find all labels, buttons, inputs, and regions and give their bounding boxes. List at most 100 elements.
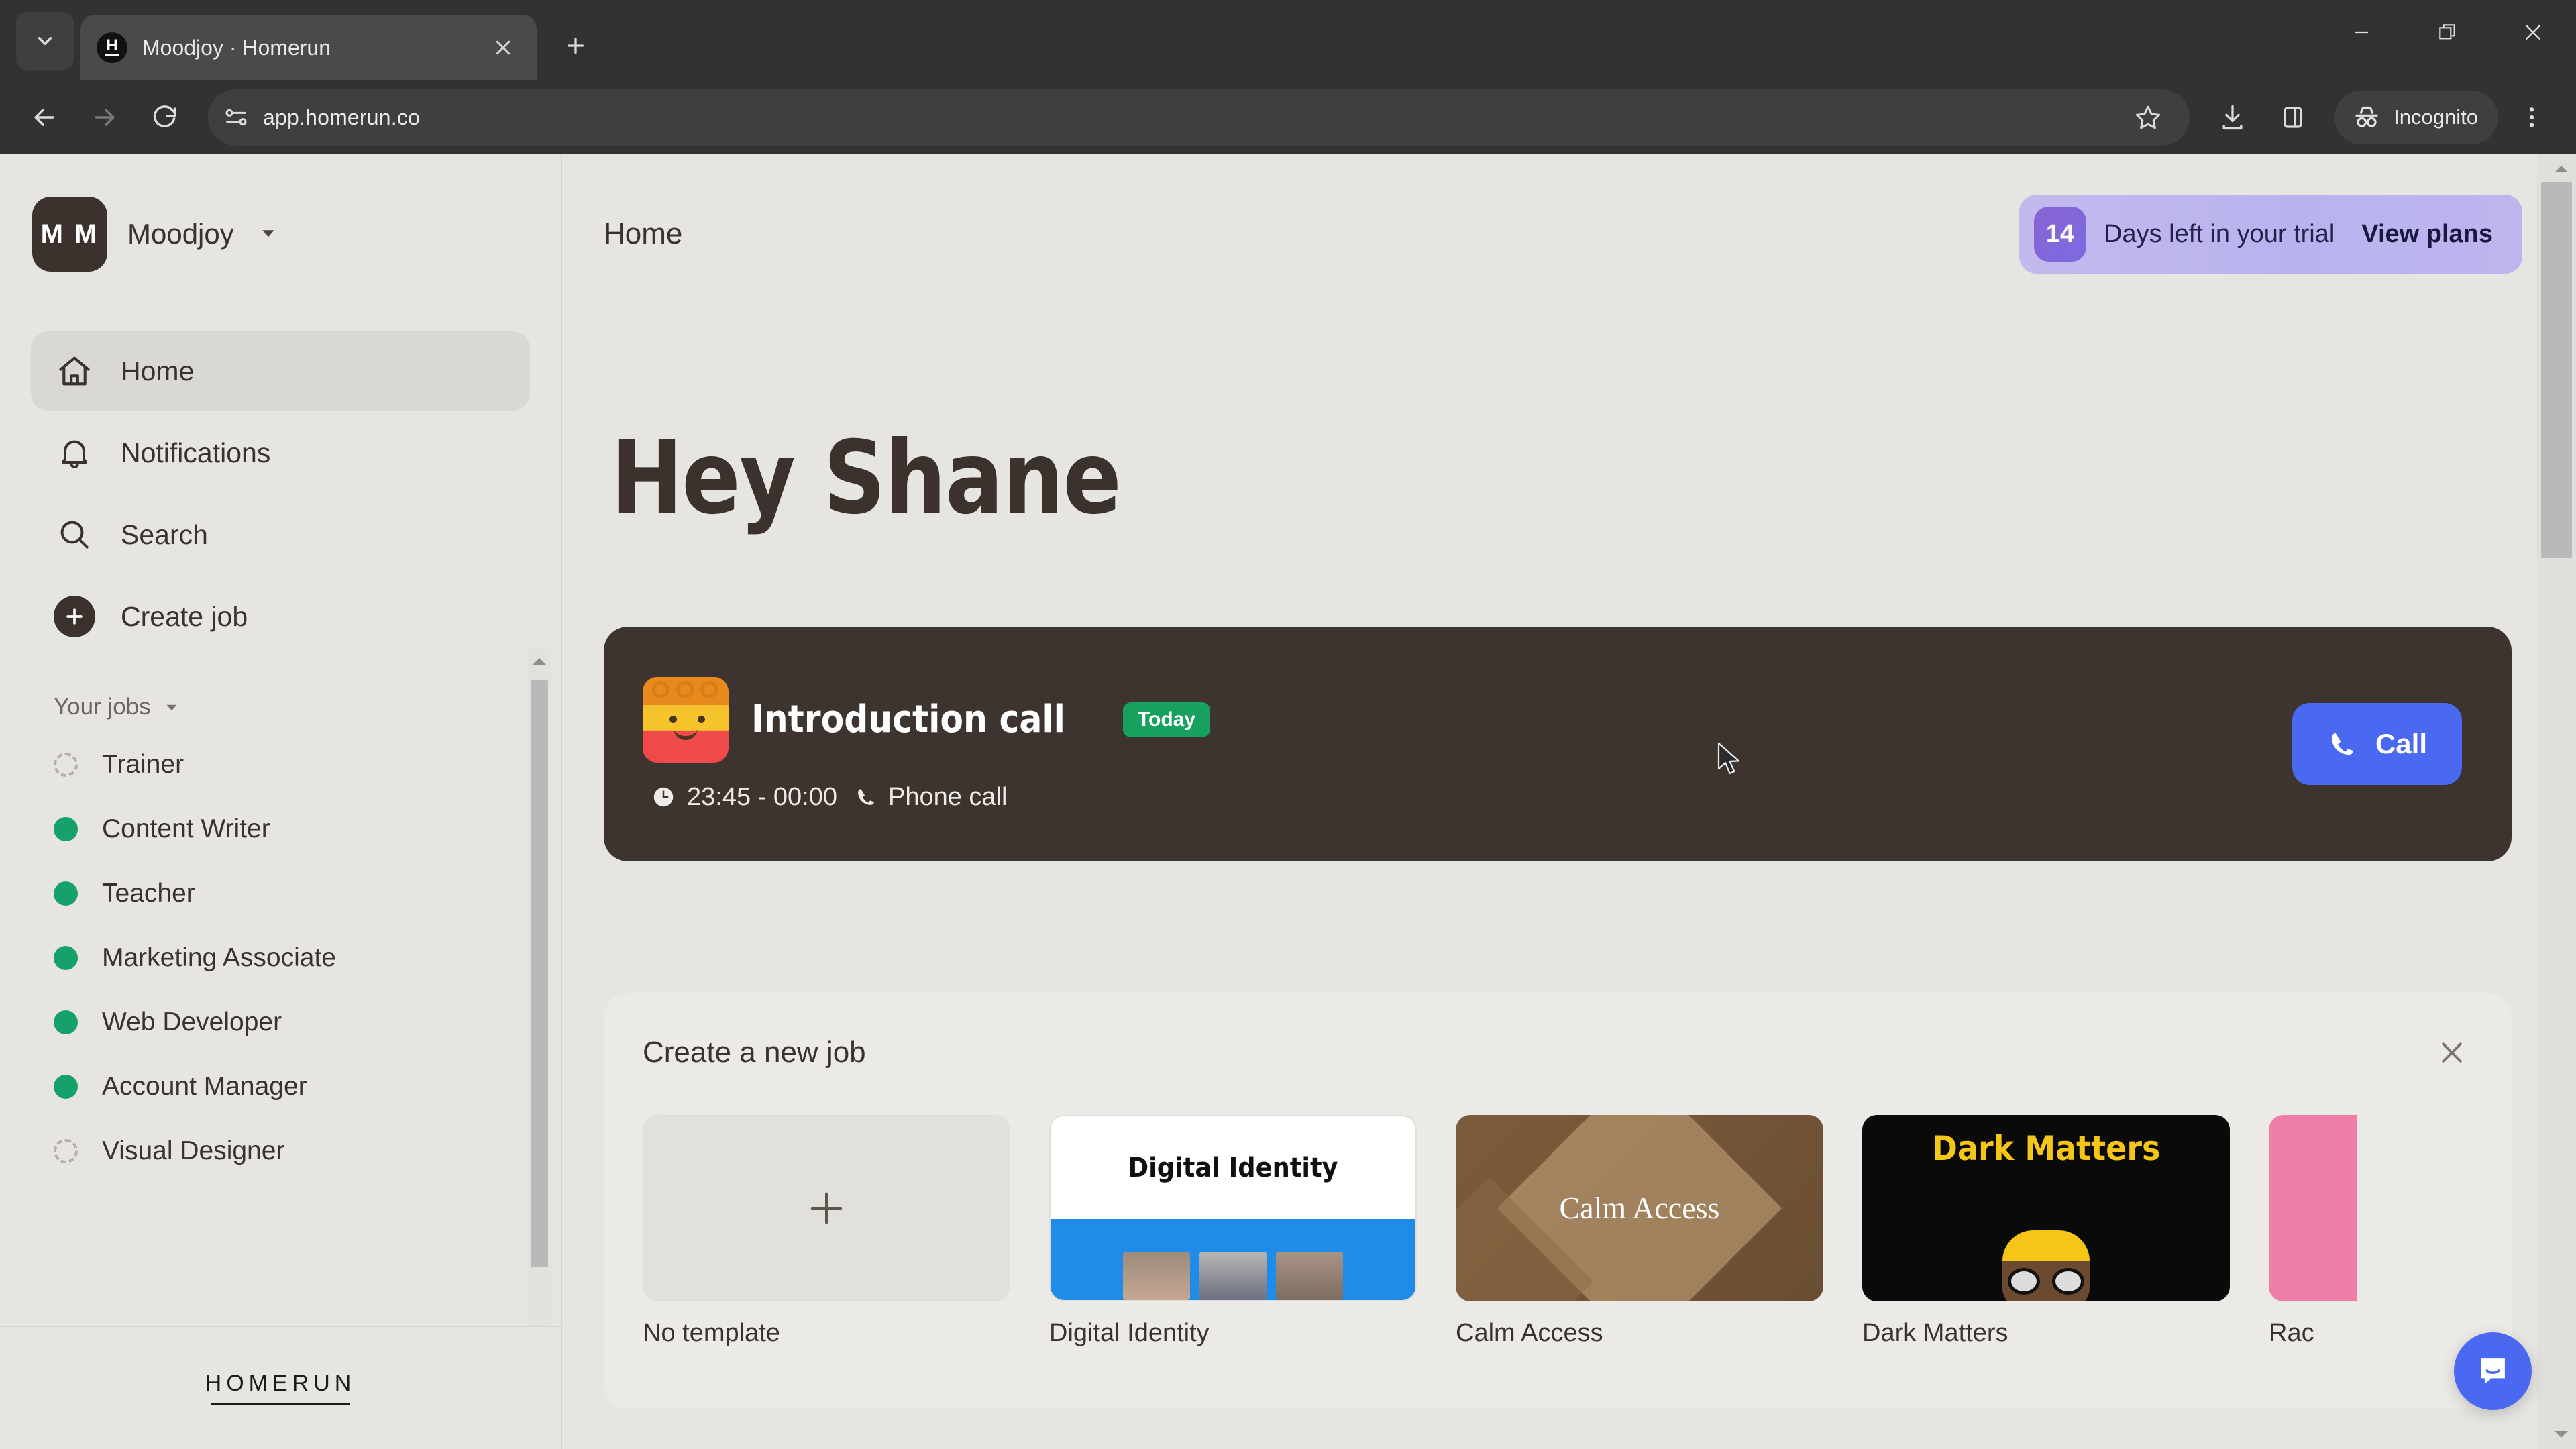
homerun-favicon: H [97,32,127,63]
sidebar-item-label: Create job [121,600,248,632]
main-scrollbar[interactable] [2537,154,2576,1449]
trial-text: Days left in your trial [2104,219,2335,248]
list-item[interactable]: Teacher [31,861,530,926]
close-icon [496,40,511,55]
template-label: No template [643,1319,780,1347]
template-card-partial[interactable]: Rac [2269,1115,2357,1348]
sidebar-item-home[interactable]: Home [31,331,530,411]
url-text: app.homerun.co [263,105,421,129]
scrollbar-thumb[interactable] [531,680,548,1267]
chevron-down-icon [262,229,274,237]
call-button-label: Call [2375,728,2427,759]
list-item[interactable]: Trainer [31,733,530,797]
status-dot-live [54,1010,78,1034]
sidebar-scrollbar[interactable] [527,649,551,1326]
job-label: Visual Designer [102,1136,285,1165]
profile-button[interactable]: Incognito [2334,91,2498,144]
caret-up-icon [533,658,546,665]
sidebar-item-label: Search [121,519,208,550]
status-dot-live [54,817,78,841]
browser-tab[interactable]: H Moodjoy · Homerun [80,15,537,80]
workspace-switcher[interactable]: M M Moodjoy [0,154,561,314]
list-item[interactable]: Account Manager [31,1055,530,1119]
homerun-logo[interactable]: HOMERUN [205,1371,356,1405]
template-label: Dark Matters [1862,1319,2008,1347]
workspace-caret [258,223,278,246]
template-art-text: Digital Identity [1128,1152,1338,1183]
plus-circle-icon [54,596,95,637]
list-item[interactable]: Visual Designer [31,1119,530,1183]
template-thumbnail [643,1115,1010,1301]
forward-button[interactable] [78,91,131,144]
call-time: 23:45 - 00:00 [651,783,837,812]
trial-days-badge: 14 [2034,207,2087,262]
profile-label: Incognito [2394,105,2478,129]
template-carousel[interactable]: No template Digital Identity Digital Ide… [604,1077,2512,1348]
trial-banner[interactable]: 14 Days left in your trial View plans [2019,195,2522,274]
job-label: Marketing Associate [102,943,337,972]
status-dot-draft [54,753,78,777]
scroll-up-button[interactable] [527,649,551,674]
template-label: Digital Identity [1049,1319,1210,1347]
close-icon [2442,1042,2462,1063]
close-panel-button[interactable] [2427,1028,2477,1077]
call-button[interactable]: Call [2292,703,2462,785]
app-page: M M Moodjoy Home Notifications Search Cr… [0,154,2576,1449]
job-label: Account Manager [102,1072,307,1101]
list-item[interactable]: Web Developer [31,990,530,1055]
maximize-window-button[interactable] [2404,0,2490,64]
plus-icon [810,1192,843,1224]
template-card-no-template[interactable]: No template [643,1115,1010,1348]
arrow-right-icon [95,109,115,126]
upcoming-call-card[interactable]: Introduction call Today 23:45 - 00:00 Ph… [604,627,2512,861]
intercom-launcher-button[interactable] [2454,1332,2532,1410]
minimize-window-button[interactable] [2318,0,2404,64]
job-label: Trainer [102,750,184,779]
template-label: Calm Access [1456,1319,1603,1347]
browser-menu-button[interactable] [2505,91,2559,144]
close-tab-button[interactable] [486,30,521,65]
kebab-menu-icon [2529,107,2534,127]
sidebar-item-label: Notifications [121,437,271,468]
site-settings-icon [225,109,247,126]
reload-icon [153,105,176,127]
downloads-button[interactable] [2206,91,2259,144]
minimize-icon [2355,31,2368,34]
scrollbar-track[interactable] [527,674,551,1326]
template-card-dark-matters[interactable]: Dark Matters Dark Matters [1862,1115,2230,1348]
reload-button[interactable] [138,91,192,144]
star-icon [2136,105,2161,129]
list-item[interactable]: Content Writer [31,797,530,861]
call-time-text: 23:45 - 00:00 [687,782,837,811]
view-plans-link[interactable]: View plans [2361,220,2493,249]
sidebar-item-notifications[interactable]: Notifications [31,413,530,492]
status-badge: Today [1122,702,1211,737]
scroll-up-button[interactable] [2549,157,2573,181]
template-card-calm-access[interactable]: Calm Access Calm Access [1456,1115,1823,1348]
call-title: Introduction call [751,698,1065,741]
sidebar-item-create-job[interactable]: Create job [31,577,530,656]
tab-search-button[interactable] [16,12,74,70]
list-item[interactable]: Marketing Associate [31,926,530,990]
template-thumbnail: Calm Access [1456,1115,1823,1301]
side-panel-button[interactable] [2266,91,2320,144]
address-bar[interactable]: app.homerun.co [208,89,2190,146]
create-new-job-panel: Create a new job No template Digital Ide… [604,993,2512,1409]
bookmark-button[interactable] [2121,91,2175,144]
template-card-digital-identity[interactable]: Digital Identity Digital Identity [1049,1115,1417,1348]
tab-title: Moodjoy · Homerun [142,35,331,60]
browser-toolbar: app.homerun.co Incognito [0,80,2576,154]
back-button[interactable] [17,91,71,144]
sidebar-item-search[interactable]: Search [31,495,530,574]
scroll-down-button[interactable] [2549,1422,2573,1446]
job-label: Teacher [102,879,195,908]
new-tab-button[interactable] [550,20,601,71]
your-jobs-toggle[interactable]: Your jobs [31,659,530,733]
avatar [1276,1252,1343,1300]
call-type: Phone call [855,783,1007,812]
main-content: Home 14 Days left in your trial View pla… [562,154,2576,1449]
scrollbar-thumb[interactable] [2541,182,2572,558]
side-panel-icon [2284,107,2302,128]
close-window-button[interactable] [2490,0,2576,64]
chevron-down-icon [38,37,52,45]
